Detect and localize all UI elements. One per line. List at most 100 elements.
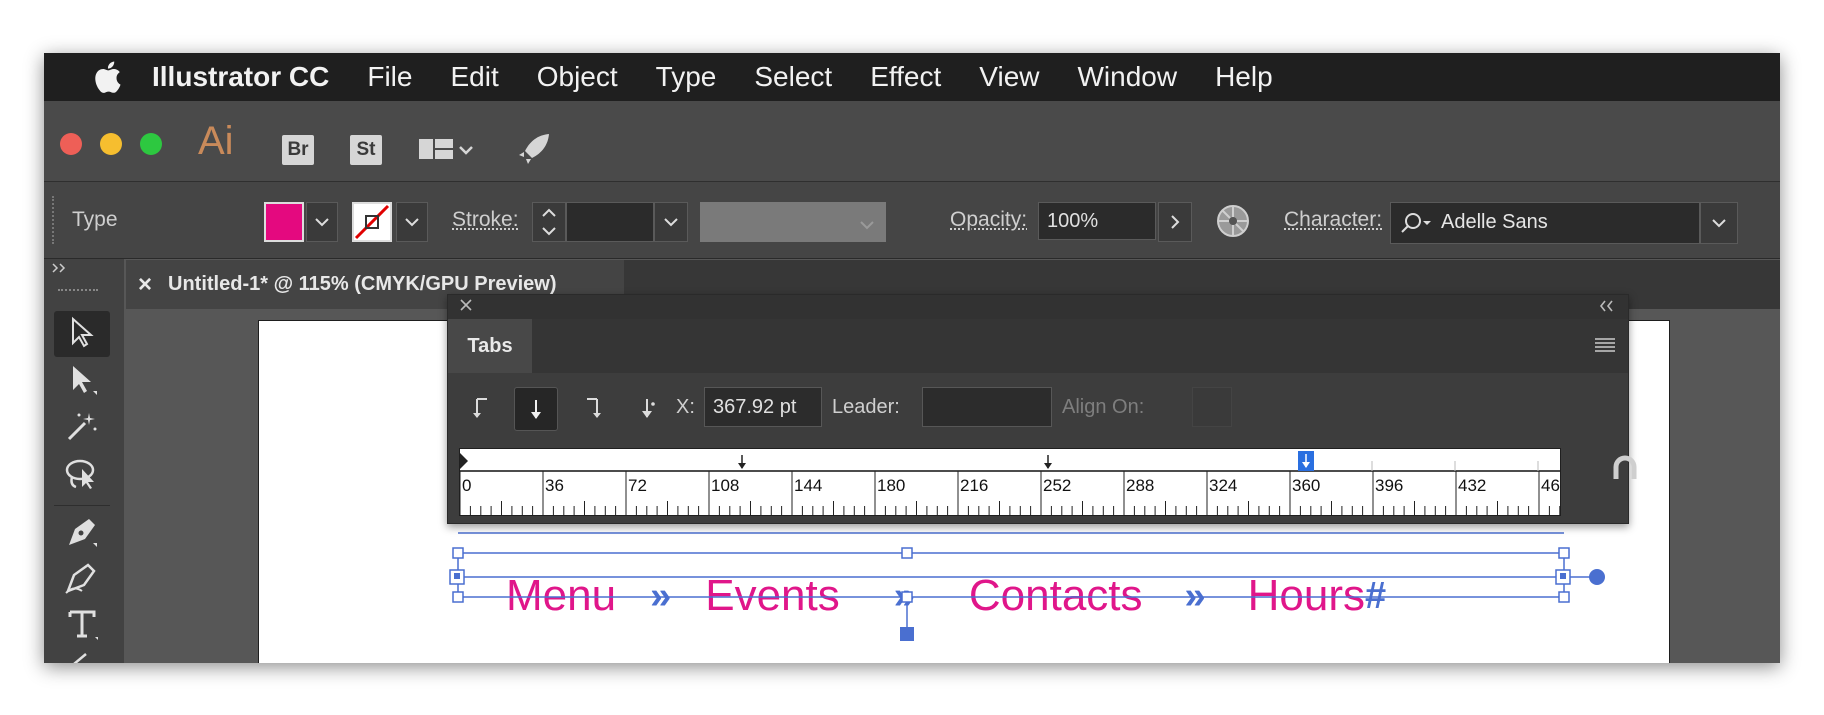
workspace-layout-icon[interactable]	[418, 135, 474, 170]
menu-bar: Illustrator CC File Edit Object Type Sel…	[44, 53, 1780, 101]
expand-panel-icon[interactable]	[52, 261, 68, 279]
font-family-dropdown-icon[interactable]	[1700, 202, 1738, 244]
line-tool-partial[interactable]	[70, 651, 94, 663]
center-justified-tab-button[interactable]	[514, 387, 558, 431]
snap-to-unit-magnet-icon[interactable]	[1612, 455, 1638, 488]
ruler-label-72: 72	[628, 476, 647, 495]
apple-icon[interactable]	[88, 61, 128, 93]
ruler-label-46: 46	[1541, 476, 1560, 495]
menu-type[interactable]: Type	[656, 61, 717, 93]
tools-divider	[54, 505, 110, 506]
type-t-icon	[65, 607, 99, 646]
tab-stop-marker-2[interactable]	[1042, 454, 1054, 475]
tabs-panel-tab[interactable]: Tabs	[448, 319, 532, 373]
curvature-tool[interactable]	[54, 557, 110, 603]
menu-file[interactable]: File	[367, 61, 412, 93]
leader-field[interactable]	[922, 387, 1052, 427]
tabs-panel: Tabs X: 367.92 pt Leader: Align On: 0 36…	[447, 294, 1637, 524]
selection-tool[interactable]	[54, 311, 110, 357]
fill-swatch[interactable]	[264, 202, 304, 242]
app-name-menu[interactable]: Illustrator CC	[152, 61, 329, 93]
menu-edit[interactable]: Edit	[450, 61, 498, 93]
zoom-window-button[interactable]	[140, 133, 162, 155]
profile-dropdown-icon	[860, 212, 874, 236]
stroke-weight-dropdown-icon[interactable]	[654, 202, 688, 242]
tab-x-label: X:	[676, 396, 695, 418]
ruler-label-396: 396	[1375, 476, 1404, 495]
stroke-dropdown-icon[interactable]	[396, 202, 428, 242]
ruler-label-0: 0	[462, 476, 472, 495]
ruler-label-324: 324	[1209, 476, 1238, 495]
direct-selection-icon	[65, 363, 99, 402]
lasso-tool[interactable]	[54, 453, 110, 499]
menu-effect[interactable]: Effect	[870, 61, 941, 93]
stroke-label[interactable]: Stroke:	[452, 208, 519, 232]
collapse-panel-icon[interactable]	[1598, 299, 1616, 318]
ruler-label-360: 360	[1292, 476, 1321, 495]
tools-panel	[44, 259, 125, 663]
rocket-icon[interactable]	[516, 131, 552, 172]
tab-stop-marker-1[interactable]	[736, 454, 748, 475]
bridge-button[interactable]: Br	[282, 135, 314, 165]
grip-handle[interactable]	[52, 196, 57, 244]
menu-view[interactable]: View	[979, 61, 1039, 93]
stock-button[interactable]: St	[350, 135, 382, 165]
minimize-window-button[interactable]	[100, 133, 122, 155]
align-on-label: Align On:	[1062, 396, 1145, 418]
close-panel-icon[interactable]	[458, 297, 474, 318]
panel-menu-icon[interactable]	[1594, 337, 1616, 358]
ruler-label-36: 36	[545, 476, 564, 495]
menu-object[interactable]: Object	[537, 61, 618, 93]
opacity-field[interactable]: 100%	[1038, 202, 1156, 240]
magic-wand-tool[interactable]	[54, 405, 110, 451]
document-tab-title: Untitled-1* @ 115% (CMYK/GPU Preview)	[168, 273, 557, 295]
curvature-icon	[64, 561, 100, 600]
variable-width-profile	[700, 202, 886, 242]
menu-help[interactable]: Help	[1215, 61, 1273, 93]
stroke-swatch[interactable]	[352, 202, 392, 242]
control-bar: Type Stroke: Opacity: 100% Character: Ad…	[44, 182, 1780, 259]
tabs-panel-header[interactable]	[448, 295, 1628, 319]
align-on-field	[1192, 387, 1232, 427]
pen-tool[interactable]	[54, 511, 110, 557]
ruler-label-432: 432	[1458, 476, 1487, 495]
selection-arrow-icon	[67, 316, 97, 353]
leader-label: Leader:	[832, 396, 900, 418]
close-tab-icon[interactable]: ×	[138, 271, 152, 299]
left-justified-tab-button[interactable]	[460, 387, 502, 429]
opacity-arrow-icon[interactable]	[1158, 202, 1192, 242]
font-family-value: Adelle Sans	[1441, 211, 1548, 233]
direct-selection-tool[interactable]	[54, 359, 110, 405]
tools-grip[interactable]	[58, 289, 98, 295]
fill-dropdown-icon[interactable]	[306, 202, 338, 242]
stroke-weight-stepper[interactable]	[532, 202, 566, 242]
panel-tab-strip	[532, 319, 1628, 373]
ai-logo: Ai	[198, 119, 234, 163]
type-tool[interactable]	[54, 603, 110, 649]
selection-bounding-box[interactable]	[444, 523, 1684, 643]
ruler-label-216: 216	[960, 476, 989, 495]
recolor-artwork-icon[interactable]	[1216, 204, 1250, 244]
font-family-field[interactable]: Adelle Sans	[1390, 202, 1700, 244]
application-bar: Ai Br St	[44, 101, 1780, 182]
ruler-label-144: 144	[794, 476, 823, 495]
tab-x-field[interactable]: 367.92 pt	[704, 387, 822, 427]
menu-window[interactable]: Window	[1077, 61, 1177, 93]
character-label[interactable]: Character:	[1284, 208, 1382, 232]
mode-label: Type	[72, 208, 118, 231]
opacity-label[interactable]: Opacity:	[950, 208, 1027, 232]
close-window-button[interactable]	[60, 133, 82, 155]
tab-stop-marker-selected[interactable]	[1298, 451, 1314, 476]
tab-ruler[interactable]: 0 36 72 108 144 180 216 252 288 324 360 …	[459, 448, 1561, 516]
magic-wand-icon	[65, 409, 99, 448]
font-search-icon[interactable]	[1399, 211, 1433, 241]
lasso-icon	[64, 457, 100, 496]
stroke-weight-field[interactable]	[566, 202, 654, 242]
menu-select[interactable]: Select	[754, 61, 832, 93]
ruler-label-180: 180	[877, 476, 906, 495]
right-justified-tab-button[interactable]	[572, 387, 614, 429]
ruler-label-108: 108	[711, 476, 740, 495]
decimal-justified-tab-button[interactable]	[626, 387, 668, 429]
ruler-label-252: 252	[1043, 476, 1072, 495]
illustrator-window: Illustrator CC File Edit Object Type Sel…	[44, 53, 1780, 663]
